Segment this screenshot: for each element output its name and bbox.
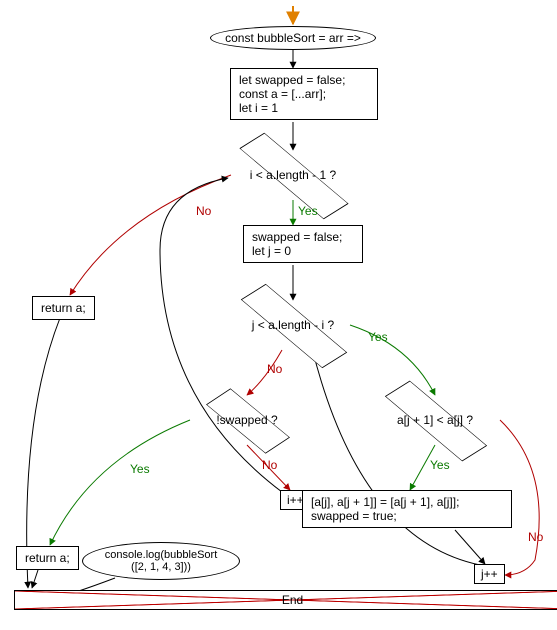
node-label: !swapped ? [172, 413, 322, 427]
node-label: i < a.length - 1 ? [197, 168, 389, 182]
edge-label-no: No [267, 362, 282, 376]
node-init: let swapped = false; const a = [...arr];… [230, 68, 378, 120]
edge-label-yes: Yes [130, 462, 150, 476]
node-fn-decl: const bubbleSort = arr => [210, 26, 376, 50]
node-swap: [a[j], a[j + 1]] = [a[j + 1], a[j]]; swa… [302, 490, 512, 528]
node-label: a[j + 1] < a[j] ? [347, 413, 523, 427]
node-end: End [14, 590, 557, 610]
node-compare: a[j + 1] < a[j] ? [380, 395, 490, 445]
node-label: console.log(bubbleSort ([2, 1, 4, 3])) [105, 549, 218, 573]
node-j-inc: j++ [474, 564, 505, 584]
edge-label-no: No [196, 204, 211, 218]
node-label: let swapped = false; const a = [...arr];… [239, 73, 345, 115]
edge-label-yes: Yes [298, 204, 318, 218]
edge-label-no: No [262, 458, 277, 472]
node-label: return a; [25, 551, 70, 565]
node-return-a-1: return a; [32, 296, 95, 320]
node-call: console.log(bubbleSort ([2, 1, 4, 3])) [82, 542, 240, 580]
node-label: swapped = false; let j = 0 [252, 230, 342, 258]
node-return-a-2: return a; [16, 546, 79, 570]
node-inner-cond: j < a.length - i ? [235, 300, 351, 350]
node-swapped-check: !swapped ? [200, 395, 294, 445]
node-label: [a[j], a[j + 1]] = [a[j + 1], a[j]]; swa… [311, 495, 459, 523]
node-label: End [282, 593, 303, 607]
node-outer-cond: i < a.length - 1 ? [233, 150, 353, 200]
edge-label-yes: Yes [368, 330, 388, 344]
node-label: const bubbleSort = arr => [225, 31, 361, 45]
edge-label-yes: Yes [430, 458, 450, 472]
node-label: return a; [41, 301, 86, 315]
node-label: j++ [481, 567, 498, 581]
node-inner-init: swapped = false; let j = 0 [243, 225, 363, 263]
node-label: j < a.length - i ? [200, 318, 386, 332]
edge-label-no: No [528, 530, 543, 544]
